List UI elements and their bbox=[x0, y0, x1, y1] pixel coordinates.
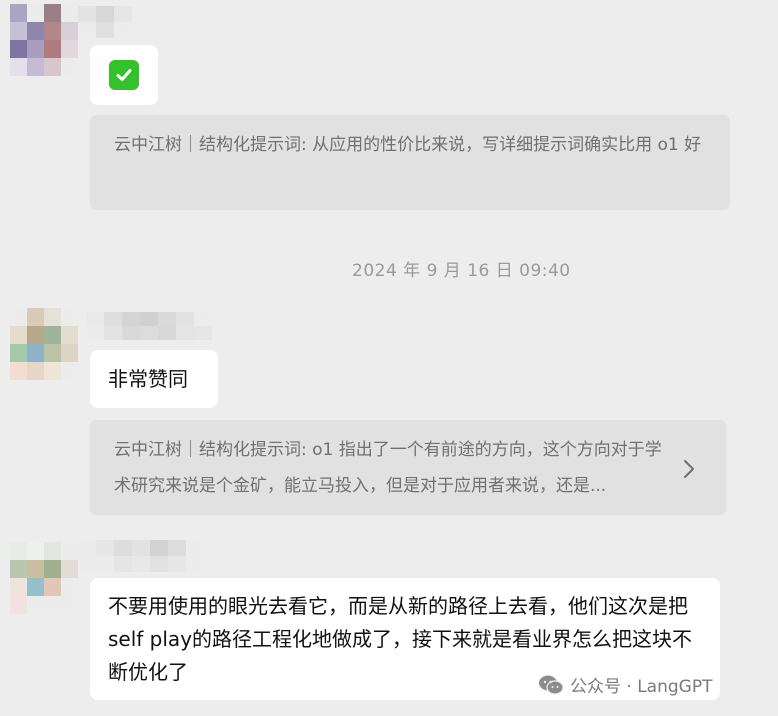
message-text-3: 不要用使用的眼光去看它，而是从新的路径上去看，他们这次是把self play的路… bbox=[108, 594, 693, 684]
sender-name-1 bbox=[78, 6, 132, 38]
quote-text-1: 云中江树｜结构化提示词: 从应用的性价比来说，写详细提示词确实比用 o1 好 bbox=[114, 135, 702, 155]
message-bubble-reaction[interactable] bbox=[90, 45, 158, 105]
avatar-2[interactable] bbox=[10, 308, 78, 380]
avatar-1[interactable] bbox=[10, 4, 78, 76]
quoted-message-2[interactable]: 云中江树｜结构化提示词: o1 指出了一个有前途的方向，这个方向对于学术研究来说… bbox=[90, 420, 726, 515]
quote-text-2: 云中江树｜结构化提示词: o1 指出了一个有前途的方向，这个方向对于学术研究来说… bbox=[114, 440, 662, 496]
watermark: 公众号 · LangGPT bbox=[538, 672, 712, 697]
watermark-text: 公众号 · LangGPT bbox=[570, 677, 713, 697]
avatar-3[interactable] bbox=[10, 542, 78, 614]
sender-name-2 bbox=[86, 312, 212, 340]
quoted-message-1[interactable]: 云中江树｜结构化提示词: 从应用的性价比来说，写详细提示词确实比用 o1 好 bbox=[90, 115, 730, 210]
check-mark-icon bbox=[109, 60, 139, 90]
wechat-icon bbox=[538, 674, 564, 696]
message-bubble-2[interactable]: 非常赞同 bbox=[90, 350, 218, 408]
timestamp: 2024 年 9 月 16 日 09:40 bbox=[352, 261, 571, 281]
message-text-2: 非常赞同 bbox=[108, 367, 188, 391]
sender-name-3 bbox=[78, 540, 204, 572]
chevron-right-icon[interactable] bbox=[682, 457, 696, 493]
